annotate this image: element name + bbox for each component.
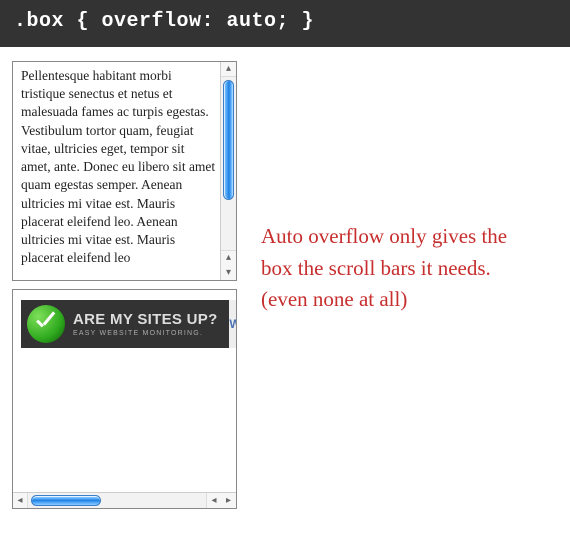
demo-column: Pellentesque habitant morbi tristique se… [12, 61, 237, 509]
site-banner: ARE MY SITES UP? EASY WEBSITE MONITORING… [21, 300, 237, 348]
banner-text: ARE MY SITES UP? EASY WEBSITE MONITORING… [73, 312, 218, 337]
scroll-left-arrow-icon[interactable]: ◂ [13, 493, 28, 508]
scroll-left-arrow2-icon[interactable]: ◂ [206, 493, 221, 508]
vertical-scroll-thumb[interactable] [223, 80, 234, 200]
horizontal-scroll-thumb[interactable] [31, 495, 101, 506]
explanatory-caption: Auto overflow only gives the box the scr… [261, 221, 541, 509]
vertical-scrollbar[interactable]: ▴ ▴ ▾ [220, 62, 236, 280]
lorem-text: Pellentesque habitant morbi tristique se… [21, 68, 215, 265]
checkmark-icon [27, 305, 65, 343]
scroll-up-arrow2-icon[interactable]: ▴ [221, 250, 236, 265]
overflow-box-vertical: Pellentesque habitant morbi tristique se… [12, 61, 237, 281]
scroll-up-arrow-icon[interactable]: ▴ [221, 62, 236, 77]
banner-title: ARE MY SITES UP? [73, 312, 218, 327]
scroll-down-arrow-icon[interactable]: ▾ [221, 265, 236, 280]
scroll-right-arrow-icon[interactable]: ▸ [221, 493, 236, 508]
banner-subtitle: EASY WEBSITE MONITORING. [73, 330, 218, 337]
overflow-box-horizontal: ARE MY SITES UP? EASY WEBSITE MONITORING… [12, 289, 237, 509]
banner-cutoff-letter: W [229, 300, 237, 348]
horizontal-scrollbar[interactable]: ◂ ◂ ▸ [13, 492, 236, 508]
css-rule: .box { overflow: auto; } [0, 0, 570, 47]
content-area: Pellentesque habitant morbi tristique se… [0, 47, 570, 523]
